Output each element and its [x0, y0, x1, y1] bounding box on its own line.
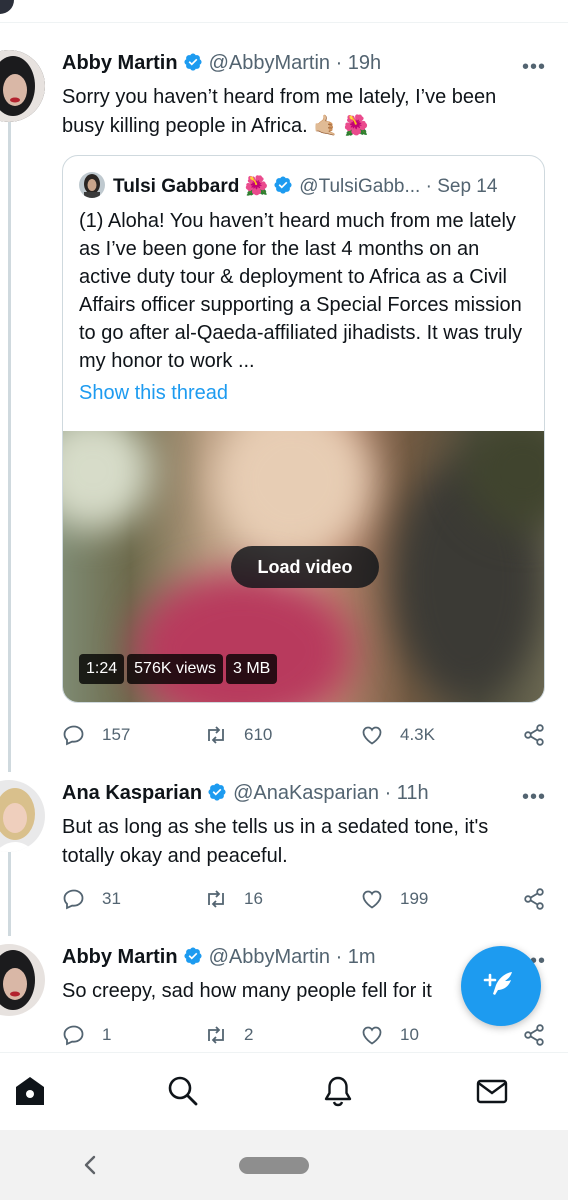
reply-count: 157 — [102, 725, 131, 744]
verified-icon — [184, 947, 202, 965]
timestamp[interactable]: · 1m — [336, 946, 376, 968]
tweet[interactable]: Abby Martin @AbbyMartin · 19h ••• Sorry y… — [0, 50, 568, 760]
share-icon — [524, 888, 544, 910]
video-blur — [213, 431, 373, 561]
verified-icon — [274, 176, 292, 194]
video-info: 1:24 576K views 3 MB — [79, 654, 278, 684]
like-button[interactable]: 10 — [360, 1022, 419, 1048]
share-button[interactable] — [522, 1022, 562, 1048]
like-button[interactable]: 4.3K — [360, 722, 435, 748]
like-count: 4.3K — [400, 725, 435, 744]
avatar[interactable] — [0, 944, 45, 1016]
compose-tweet-button[interactable] — [461, 946, 541, 1026]
bottom-navigation — [0, 1052, 568, 1130]
avatar[interactable] — [0, 780, 45, 852]
tweet-header: Ana Kasparian @AnaKasparian · 11h — [62, 780, 429, 806]
heart-icon — [362, 890, 382, 909]
quoted-author-handle: @TulsiGabb... — [299, 176, 421, 197]
top-divider — [0, 22, 568, 23]
tweet-text: Sorry you haven’t heard from me lately, … — [62, 83, 542, 141]
home-gesture-pill[interactable] — [239, 1157, 309, 1174]
share-button[interactable] — [522, 886, 562, 912]
more-icon[interactable]: ••• — [522, 56, 546, 79]
load-video-button[interactable]: Load video — [231, 546, 379, 588]
retweet-button[interactable]: 16 — [204, 886, 263, 912]
tweet-actions: 31 16 199 — [62, 886, 548, 912]
retweet-button[interactable]: 2 — [204, 1022, 253, 1048]
tweet-text-line: Sorry you haven’t heard from me lately, … — [62, 86, 497, 108]
timestamp[interactable]: · 11h — [385, 782, 429, 804]
timestamp[interactable]: · 19h — [336, 52, 382, 74]
tweet-actions: 1 2 10 — [62, 1022, 548, 1048]
retweet-button[interactable]: 610 — [204, 722, 272, 748]
retweet-count: 2 — [244, 1025, 254, 1044]
video-duration: 1:24 — [79, 654, 125, 684]
tweet-header: Abby Martin @AbbyMartin · 19h — [62, 50, 381, 76]
reply-count: 31 — [102, 889, 121, 908]
reply-button[interactable]: 1 — [62, 1022, 111, 1048]
quoted-tweet-text: (1) Aloha! You haven’t heard much from m… — [79, 210, 523, 372]
reply-count: 1 — [102, 1025, 112, 1044]
share-icon — [524, 1024, 544, 1046]
messages-icon[interactable] — [474, 1073, 510, 1109]
share-icon — [524, 724, 544, 746]
author-name[interactable]: Abby Martin — [62, 946, 178, 968]
emoji: 🤙🏼 🌺 — [313, 115, 369, 137]
tweet-header: Abby Martin @AbbyMartin · 1m — [62, 944, 376, 970]
emoji: 🌺 — [244, 176, 269, 197]
like-count: 199 — [400, 889, 429, 908]
like-button[interactable]: 199 — [360, 886, 428, 912]
tweet-text: But as long as she tells us in a sedated… — [62, 816, 489, 867]
share-button[interactable] — [522, 722, 562, 748]
avatar[interactable] — [0, 50, 45, 122]
verified-icon — [184, 53, 202, 71]
retweet-icon — [208, 890, 224, 908]
retweet-icon — [208, 726, 224, 744]
author-handle[interactable]: @AnaKasparian — [233, 782, 379, 804]
video-views: 576K views — [127, 654, 223, 684]
system-navigation-bar — [0, 1130, 568, 1200]
notifications-icon[interactable] — [320, 1073, 356, 1109]
quoted-tweet-header: Tulsi Gabbard 🌺 @TulsiGabb... · Sep 14 — [79, 172, 497, 200]
search-icon[interactable] — [165, 1073, 201, 1109]
verified-icon — [208, 783, 226, 801]
reply-icon — [63, 889, 84, 910]
partial-avatar — [0, 0, 14, 14]
tweet[interactable]: Ana Kasparian @AnaKasparian · 11h ••• But… — [0, 780, 568, 920]
author-name[interactable]: Ana Kasparian — [62, 782, 202, 804]
retweet-count: 16 — [244, 889, 263, 908]
tweet-text-line: busy killing people in Africa. — [62, 115, 308, 137]
quoted-author-name: Tulsi Gabbard — [113, 176, 240, 197]
video-blur — [63, 431, 153, 531]
retweet-icon — [208, 1026, 224, 1044]
reply-button[interactable]: 31 — [62, 886, 121, 912]
quoted-tweet[interactable]: Tulsi Gabbard 🌺 @TulsiGabb... · Sep 14 (1… — [62, 155, 545, 703]
show-thread-link[interactable]: Show this thread — [79, 382, 228, 405]
like-count: 10 — [400, 1025, 419, 1044]
tweet-actions: 157 610 4.3K — [62, 722, 548, 748]
home-icon[interactable] — [12, 1073, 48, 1109]
compose-icon — [483, 972, 512, 995]
reply-icon — [63, 1025, 84, 1046]
reply-icon — [63, 725, 84, 746]
author-handle[interactable]: @AbbyMartin — [209, 946, 330, 968]
video-player[interactable]: Load video 1:24 576K views 3 MB — [63, 431, 544, 702]
back-icon[interactable] — [82, 1154, 98, 1176]
more-icon[interactable]: ••• — [522, 786, 546, 809]
retweet-count: 610 — [244, 725, 273, 744]
heart-icon — [362, 726, 382, 745]
video-size: 3 MB — [225, 654, 278, 684]
reply-button[interactable]: 157 — [62, 722, 130, 748]
author-name[interactable]: Abby Martin — [62, 52, 178, 74]
author-handle[interactable]: @AbbyMartin — [209, 52, 330, 74]
quoted-avatar — [79, 172, 105, 198]
heart-icon — [362, 1026, 382, 1045]
quoted-timestamp: · Sep 14 — [425, 176, 498, 197]
